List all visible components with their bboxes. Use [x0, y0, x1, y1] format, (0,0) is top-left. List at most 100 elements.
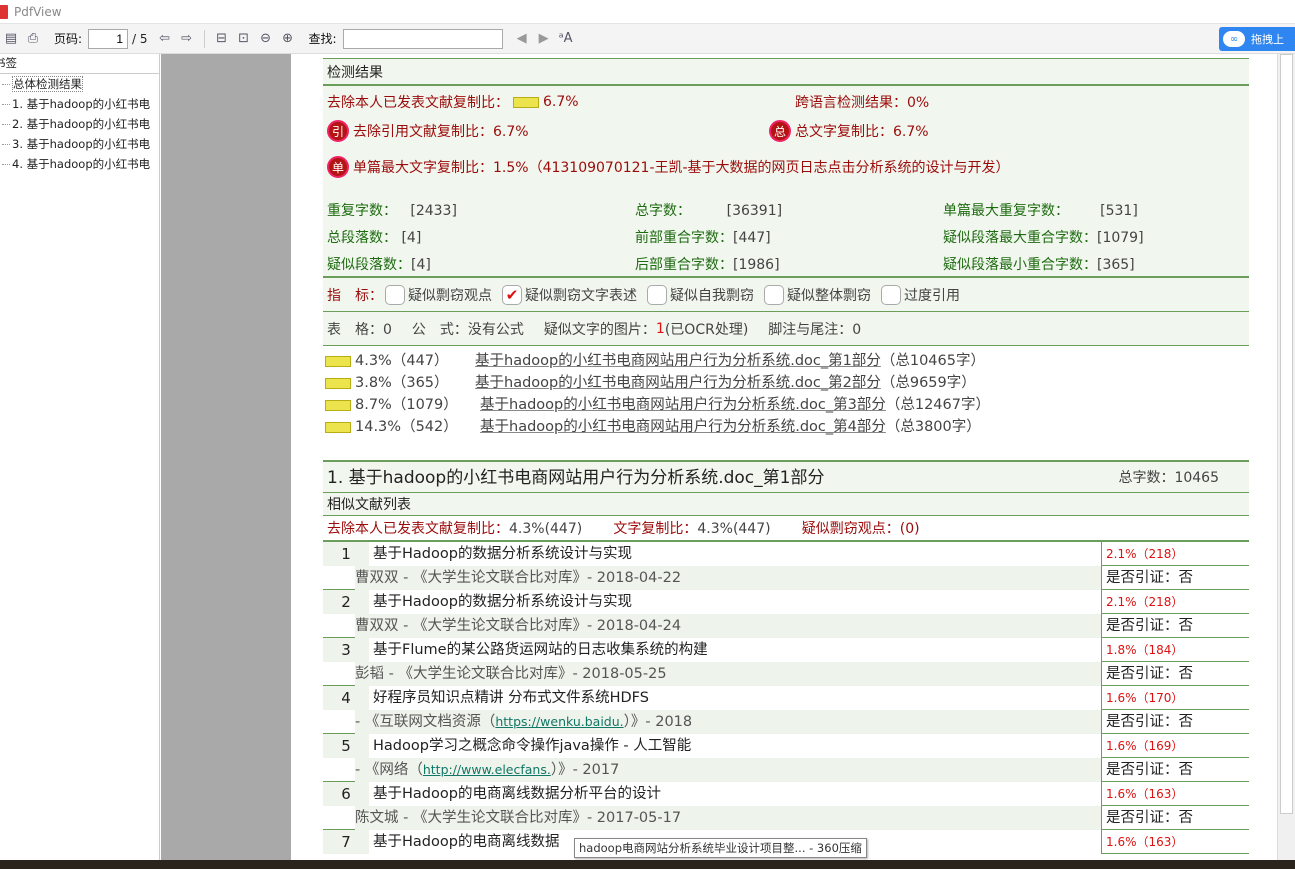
ref-source: - 《互联网文档资源（https://wenku.baidu.）》- 2018: [355, 710, 1101, 734]
bookmark-item-part2[interactable]: 2. 基于hadoop的小红书电: [0, 114, 159, 134]
excl-cite-rate: 引 去除引用文献复制比：6.7%: [327, 120, 529, 142]
checkmark-icon[interactable]: ✔: [502, 284, 522, 305]
bookmark-label: 1. 基于hadoop的小红书电: [12, 97, 151, 111]
part-rate: 3.8%（365）: [355, 375, 449, 391]
baidu-upload-label: 拖拽上: [1251, 33, 1284, 46]
ref-title[interactable]: 基于Hadoop的电商离线数据分析平台的设计: [373, 782, 661, 806]
rate-bar: [325, 399, 351, 411]
stat-item: 疑似段落最大重合字数：[1079]: [943, 227, 1144, 247]
total-copy-label: 总文字复制比：6.7%: [795, 124, 929, 140]
misc-row: 表 格：0 公 式：没有公式 疑似文字的图片： 1 (已OCR处理) 脚注与尾注：0: [323, 312, 1249, 346]
excl-self-label: 去除本人已发表文献复制比：: [327, 95, 509, 111]
stat-value: [531]: [1100, 203, 1138, 219]
indicator-option[interactable]: 过度引用: [881, 284, 960, 305]
part-link[interactable]: 基于hadoop的小红书电商网站用户行为分析系统.doc_第4部分: [480, 416, 886, 438]
part-item: 3.8%（365） 基于hadoop的小红书电商网站用户行为分析系统.doc_第…: [323, 372, 1249, 394]
reference-row: 4 好程序员知识点精讲 分布式文件系统HDFS - 《互联网文档资源（https…: [323, 686, 1249, 734]
stat-value: [365]: [1097, 257, 1135, 273]
page-label: 页码:: [54, 32, 83, 46]
total-copy-rate: 总 总文字复制比：6.7%: [769, 120, 929, 142]
fit-width-icon[interactable]: ⊟: [213, 30, 231, 48]
indicator-option[interactable]: ✔ 疑似剽窃文字表述: [502, 284, 637, 305]
ref-source: 曹双双 - 《大学生论文联合比对库》- 2018-04-24: [355, 614, 1101, 638]
checkbox-icon[interactable]: [881, 284, 901, 305]
bookmark-item-part4[interactable]: 4. 基于hadoop的小红书电: [0, 154, 159, 174]
ref-cited: 是否引证：否: [1101, 614, 1249, 638]
ref-number: 7: [323, 830, 369, 854]
open-icon[interactable]: ▤: [2, 30, 20, 48]
ref-title[interactable]: 基于Hadoop的数据分析系统设计与实现: [373, 590, 632, 614]
ref-link[interactable]: http://www.elecfans.: [423, 762, 551, 777]
bookmark-item-part3[interactable]: 3. 基于hadoop的小红书电: [0, 134, 159, 154]
ref-source-text: 曹双双 - 《大学生论文联合比对库》- 2018-04-22: [355, 570, 682, 586]
report-content: 检测结果 去除本人已发表文献复制比： 6.7% 跨语言检测结果：0% 引 去除引…: [323, 58, 1249, 869]
ref-source-text: 曹双双 - 《大学生论文联合比对库》- 2018-04-24: [355, 618, 682, 634]
reference-row: 3 基于Flume的某公路货运网站的日志收集系统的构建 彭韬 - 《大学生论文联…: [323, 638, 1249, 686]
ref-cited: 是否引证：否: [1101, 710, 1249, 734]
indicator-option[interactable]: 疑似自我剽窃: [647, 284, 754, 305]
ref-number: 4: [323, 686, 369, 710]
indicator-option[interactable]: 疑似整体剽窃: [764, 284, 871, 305]
ref-title[interactable]: 好程序员知识点精讲 分布式文件系统HDFS: [373, 686, 649, 710]
ref-title[interactable]: 基于Hadoop的数据分析系统设计与实现: [373, 542, 632, 566]
next-page-icon[interactable]: ⇨: [178, 30, 196, 48]
vertical-scrollbar[interactable]: [1277, 54, 1295, 869]
stat-value: [4]: [411, 257, 431, 273]
print-icon[interactable]: ⎙: [24, 30, 42, 48]
part-total: （总3800字）: [885, 419, 981, 435]
stat-key: 单篇最大重复字数：: [943, 203, 1069, 219]
checkbox-icon[interactable]: [385, 284, 405, 305]
ref-rate: 1.6%（163）: [1101, 782, 1249, 806]
part-item: 14.3%（542） 基于hadoop的小红书电商网站用户行为分析系统.doc_…: [323, 416, 1249, 438]
bookmark-item-part1[interactable]: 1. 基于hadoop的小红书电: [0, 94, 159, 114]
excl-cite-label: 去除引用文献复制比：6.7%: [353, 124, 529, 140]
checkbox-icon[interactable]: [647, 284, 667, 305]
zoom-in-icon[interactable]: ⊕: [279, 30, 297, 48]
stat-item: 疑似段落数：[4]: [327, 254, 431, 274]
indicator-text: 疑似剽窃文字表述: [525, 287, 637, 304]
zoom-out-icon[interactable]: ⊖: [257, 30, 275, 48]
part-rate: 14.3%（542）: [355, 419, 458, 435]
stat-key: 总段落数：: [327, 230, 397, 246]
baidu-upload-button[interactable]: ∞ 拖拽上: [1219, 27, 1295, 51]
ref-link[interactable]: https://wenku.baidu.: [495, 714, 623, 729]
part-link[interactable]: 基于hadoop的小红书电商网站用户行为分析系统.doc_第3部分: [480, 394, 886, 416]
footnote-count: 脚注与尾注：0: [768, 321, 862, 338]
ref-title[interactable]: 基于Hadoop的电商离线数据: [373, 830, 559, 854]
find-input[interactable]: [342, 28, 503, 49]
page-number-input[interactable]: [88, 28, 129, 49]
indicators-row: 指 标： 疑似剽窃观点 ✔ 疑似剽窃文字表述 疑似自我剽窃 疑似整体剽窃 过度引用: [323, 278, 1249, 312]
ref-title[interactable]: Hadoop学习之概念命令操作java操作 - 人工智能: [373, 734, 691, 758]
taskbar-strip: [0, 860, 1295, 869]
stat-item: 单篇最大重复字数： [531]: [943, 200, 1138, 220]
stat-key: 疑似段落最大重合字数：: [943, 230, 1097, 246]
part-link[interactable]: 基于hadoop的小红书电商网站用户行为分析系统.doc_第1部分: [475, 350, 881, 372]
prev-page-icon[interactable]: ⇦: [156, 30, 174, 48]
rate-bar: [513, 96, 539, 108]
ref-rate: 1.6%（170）: [1101, 686, 1249, 710]
fit-page-icon[interactable]: ⊡: [235, 30, 253, 48]
stat-key: 重复字数：: [327, 203, 397, 219]
rate-bar: [325, 421, 351, 433]
find-next-icon[interactable]: ▶: [535, 30, 553, 48]
match-case-icon[interactable]: ᵃA: [557, 30, 575, 48]
find-prev-icon[interactable]: ◀: [513, 30, 531, 48]
scrollbar-thumb[interactable]: [1280, 54, 1293, 814]
cloud-icon: ∞: [1223, 31, 1245, 47]
ref-number: 2: [323, 590, 369, 614]
indicator-option[interactable]: 疑似剽窃观点: [385, 284, 492, 305]
part-rate: 4.3%（447）: [355, 353, 449, 369]
doc-part-title-text: 1. 基于hadoop的小红书电商网站用户行为分析系统.doc_第1部分: [327, 468, 825, 488]
stat-key: 后部重合字数：: [635, 257, 733, 273]
ref-source-suffix: ）》- 2018: [623, 714, 693, 730]
excl-self-value: 6.7%: [543, 94, 579, 110]
checkbox-icon[interactable]: [764, 284, 784, 305]
bookmark-item-overall[interactable]: 总体检测结果: [0, 74, 159, 94]
reference-row: 2 基于Hadoop的数据分析系统设计与实现 曹双双 - 《大学生论文联合比对库…: [323, 590, 1249, 638]
reference-row: 6 基于Hadoop的电商离线数据分析平台的设计 陈文城 - 《大学生论文联合比…: [323, 782, 1249, 830]
stat-key: 总字数：: [635, 203, 691, 219]
ref-title[interactable]: 基于Flume的某公路货运网站的日志收集系统的构建: [373, 638, 708, 662]
toolbar: ▤ ⎙ 页码: / 5 ⇦ ⇨ ⊟ ⊡ ⊖ ⊕ 查找: ◀ ▶ ᵃA ∞ 拖拽上: [0, 24, 1295, 54]
part-link[interactable]: 基于hadoop的小红书电商网站用户行为分析系统.doc_第2部分: [475, 372, 881, 394]
single-max-label: 单篇最大文字复制比：1.5%（413109070121-王凯-基于大数据的网页日…: [353, 160, 1010, 176]
